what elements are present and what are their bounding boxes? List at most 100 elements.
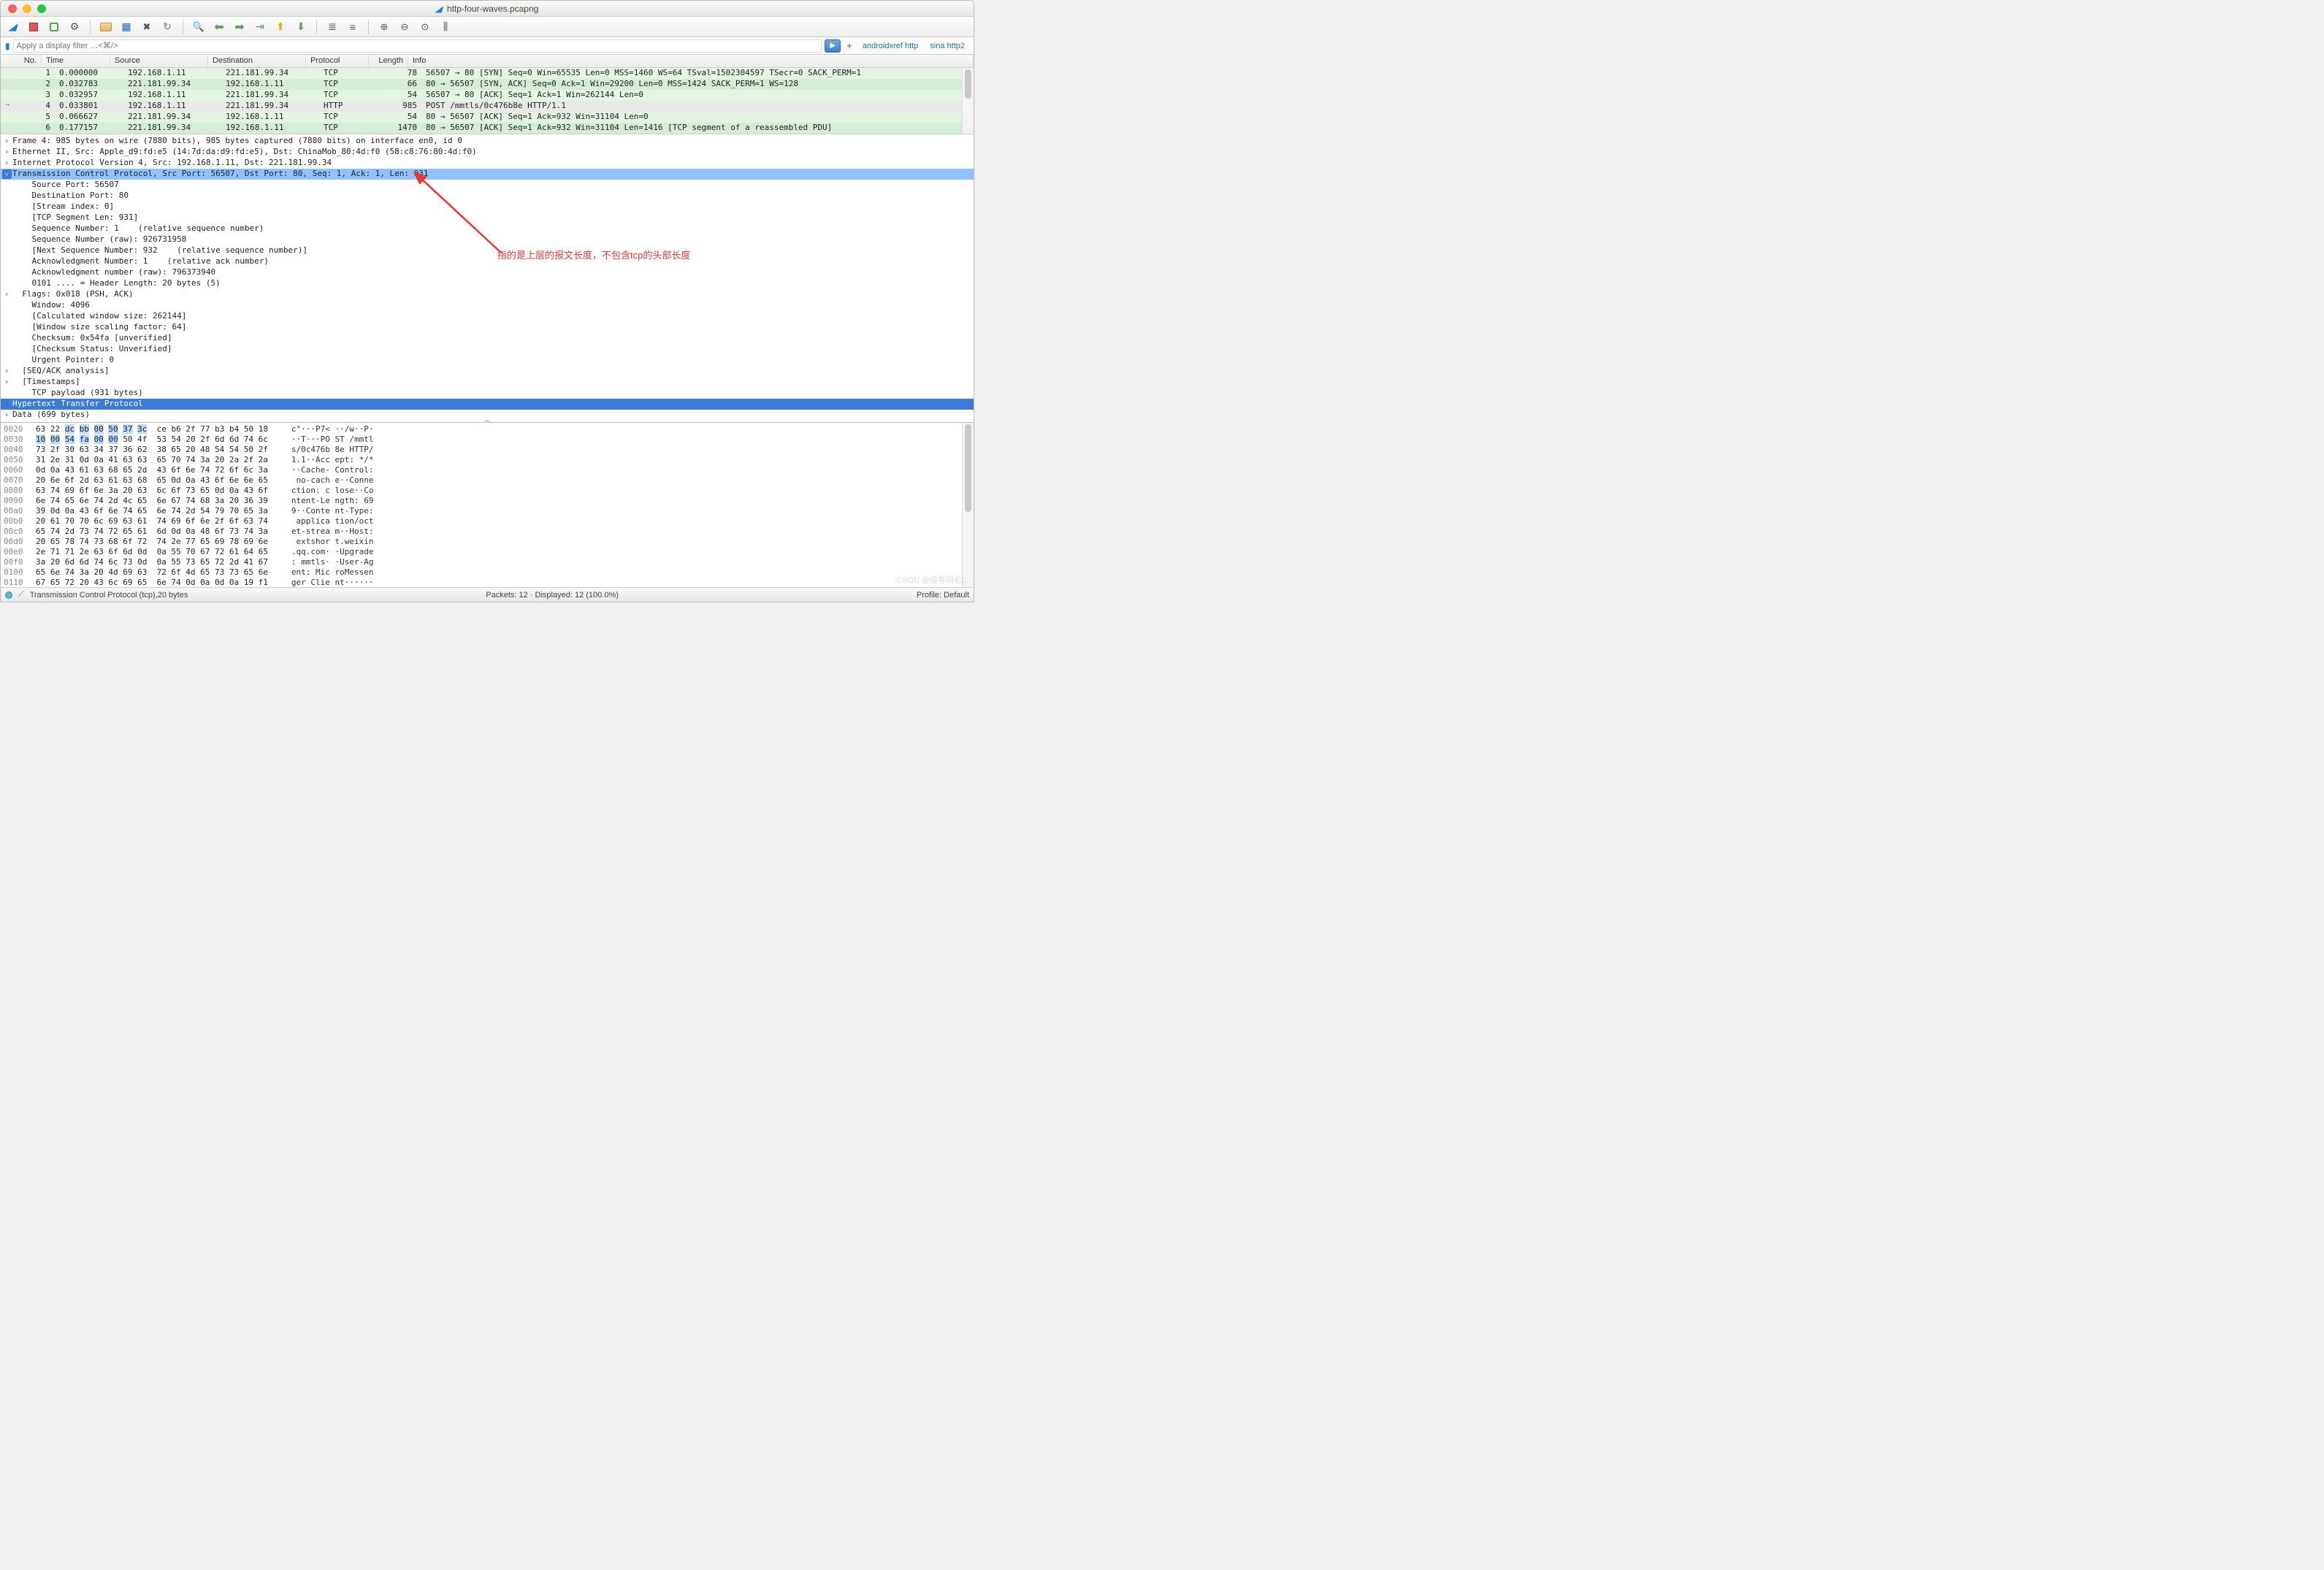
detail-row[interactable]: Sequence Number (raw): 926731958: [1, 234, 974, 245]
bytes-row[interactable]: 00e0 2e 71 71 2e 63 6f 6d 0d 0a 55 70 67…: [4, 547, 971, 557]
bytes-row[interactable]: 0070 20 6e 6f 2d 63 61 63 68 65 0d 0a 43…: [4, 475, 971, 486]
zoom-out-button[interactable]: ⊖: [397, 19, 413, 35]
open-file-button[interactable]: [98, 19, 114, 35]
bytes-row[interactable]: 0030 10 00 54 fa 00 00 50 4f 53 54 20 2f…: [4, 434, 971, 445]
go-last-button[interactable]: ⬇: [293, 19, 309, 35]
zoom-in-button[interactable]: ⊕: [376, 19, 392, 35]
find-packet-button[interactable]: 🔍: [191, 19, 207, 35]
add-filter-button[interactable]: +: [844, 40, 855, 51]
status-profile[interactable]: Profile: Default: [917, 591, 969, 600]
detail-row[interactable]: Checksum: 0x54fa [unverified]: [1, 333, 974, 344]
resize-columns-button[interactable]: ⫼: [437, 19, 454, 35]
packet-row[interactable]: 50.066627221.181.99.34192.168.1.11TCP548…: [1, 112, 974, 123]
bytes-row[interactable]: 0100 65 6e 74 3a 20 4d 69 63 72 6f 4d 65…: [4, 567, 971, 578]
go-forward-button[interactable]: ➡: [232, 19, 248, 35]
detail-row[interactable]: TCP payload (931 bytes): [1, 388, 974, 399]
packet-bytes-pane[interactable]: 0020 63 22 dc bb 00 50 37 3c ce b6 2f 77…: [1, 423, 974, 587]
bytes-scrollbar[interactable]: [962, 423, 974, 587]
detail-row[interactable]: ›Frame 4: 985 bytes on wire (7880 bits),…: [1, 136, 974, 147]
close-file-button[interactable]: ✖: [139, 19, 155, 35]
tree-toggle-icon[interactable]: ›: [1, 399, 12, 408]
tree-toggle-icon[interactable]: ›: [1, 136, 12, 145]
bookmark-icon[interactable]: ▮: [5, 41, 10, 51]
tree-toggle-icon[interactable]: ›: [1, 410, 12, 419]
detail-row[interactable]: › [Timestamps]: [1, 377, 974, 388]
bytes-row[interactable]: 0050 31 2e 31 0d 0a 41 63 63 65 70 74 3a…: [4, 455, 971, 465]
apply-filter-button[interactable]: ▶: [825, 39, 841, 53]
tree-toggle-icon[interactable]: ˅: [2, 169, 12, 179]
column-header-no[interactable]: No.: [1, 55, 42, 67]
detail-row[interactable]: Window: 4096: [1, 300, 974, 311]
scrollbar-thumb[interactable]: [965, 424, 971, 512]
column-header-destination[interactable]: Destination: [208, 55, 306, 67]
bytes-row[interactable]: 0060 0d 0a 43 61 63 68 65 2d 43 6f 6e 74…: [4, 465, 971, 475]
detail-row[interactable]: [TCP Segment Len: 931]: [1, 212, 974, 223]
detail-row[interactable]: [Calculated window size: 262144]: [1, 311, 974, 322]
detail-row[interactable]: › [SEQ/ACK analysis]: [1, 366, 974, 377]
tree-toggle-icon[interactable]: ›: [1, 289, 12, 299]
display-filter-input[interactable]: [13, 39, 822, 53]
bytes-row[interactable]: 00a0 39 0d 0a 43 6f 6e 74 65 6e 74 2d 54…: [4, 506, 971, 516]
packet-list-scrollbar[interactable]: [962, 68, 974, 134]
detail-row[interactable]: [Next Sequence Number: 932 (relative seq…: [1, 245, 974, 256]
detail-row[interactable]: ›Internet Protocol Version 4, Src: 192.1…: [1, 158, 974, 169]
bytes-row[interactable]: 00f0 3a 20 6d 6d 74 6c 73 0d 0a 55 73 65…: [4, 557, 971, 567]
save-file-button[interactable]: ▦: [118, 19, 134, 35]
bytes-row[interactable]: 0040 73 2f 30 63 34 37 36 62 38 65 20 48…: [4, 445, 971, 455]
stop-capture-button[interactable]: [26, 19, 42, 35]
zoom-reset-button[interactable]: ⊙: [417, 19, 433, 35]
column-header-source[interactable]: Source: [110, 55, 208, 67]
bytes-row[interactable]: 0090 6e 74 65 6e 74 2d 4c 65 6e 67 74 68…: [4, 496, 971, 506]
detail-row[interactable]: Urgent Pointer: 0: [1, 355, 974, 366]
capture-options-button[interactable]: ⚙: [66, 19, 83, 35]
bytes-row[interactable]: 00d0 20 65 78 74 73 68 6f 72 74 2e 77 65…: [4, 537, 971, 547]
detail-row[interactable]: › Flags: 0x018 (PSH, ACK): [1, 289, 974, 300]
detail-row[interactable]: [Checksum Status: Unverified]: [1, 344, 974, 355]
tree-toggle-icon[interactable]: ›: [1, 377, 12, 386]
tree-toggle-icon[interactable]: ›: [1, 366, 12, 375]
expert-info-button[interactable]: [5, 591, 12, 599]
bytes-row[interactable]: 0020 63 22 dc bb 00 50 37 3c ce b6 2f 77…: [4, 424, 971, 434]
tree-toggle-icon[interactable]: ›: [1, 158, 12, 167]
detail-row[interactable]: Destination Port: 80: [1, 191, 974, 202]
packet-row[interactable]: 20.032783221.181.99.34192.168.1.11TCP668…: [1, 79, 974, 90]
scrollbar-thumb[interactable]: [965, 69, 971, 99]
detail-row[interactable]: ›Ethernet II, Src: Apple_d9:fd:e5 (14:7d…: [1, 147, 974, 158]
packet-list-header[interactable]: No. Time Source Destination Protocol Len…: [1, 55, 974, 68]
colorize-button[interactable]: ≡: [345, 19, 361, 35]
column-header-protocol[interactable]: Protocol: [306, 55, 369, 67]
detail-row[interactable]: ›Data (699 bytes): [1, 410, 974, 421]
detail-row[interactable]: 0101 .... = Header Length: 20 bytes (5): [1, 278, 974, 289]
detail-row[interactable]: ›Hypertext Transfer Protocol: [1, 399, 974, 410]
bytes-row[interactable]: 00c0 65 74 2d 73 74 72 65 61 6d 0d 0a 48…: [4, 526, 971, 537]
packet-row[interactable]: 40.033801192.168.1.11221.181.99.34HTTP98…: [1, 101, 974, 112]
detail-row[interactable]: Source Port: 56507: [1, 180, 974, 191]
detail-row[interactable]: Acknowledgment number (raw): 796373940: [1, 267, 974, 278]
detail-row[interactable]: [Stream index: 0]: [1, 202, 974, 212]
restart-capture-button[interactable]: [46, 19, 62, 35]
reload-file-button[interactable]: ↻: [159, 19, 175, 35]
recent-filter-link[interactable]: sina http2: [925, 42, 969, 50]
detail-row[interactable]: Acknowledgment Number: 1 (relative ack n…: [1, 256, 974, 267]
column-header-length[interactable]: Length: [369, 55, 408, 67]
bytes-row[interactable]: 00b0 20 61 70 70 6c 69 63 61 74 69 6f 6e…: [4, 516, 971, 526]
start-capture-button[interactable]: ◢: [5, 19, 21, 35]
detail-row[interactable]: ˅Transmission Control Protocol, Src Port…: [1, 169, 974, 180]
packet-list-body[interactable]: 10.000000192.168.1.11221.181.99.34TCP785…: [1, 68, 974, 134]
recent-filter-link[interactable]: androidxref http: [858, 42, 922, 50]
column-header-info[interactable]: Info: [408, 55, 974, 67]
packet-row[interactable]: 60.177157221.181.99.34192.168.1.11TCP147…: [1, 123, 974, 134]
autoscroll-button[interactable]: ≣: [324, 19, 340, 35]
bytes-row[interactable]: 0080 63 74 69 6f 6e 3a 20 63 6c 6f 73 65…: [4, 486, 971, 496]
detail-row[interactable]: Sequence Number: 1 (relative sequence nu…: [1, 223, 974, 234]
go-to-packet-button[interactable]: ⇥: [252, 19, 268, 35]
go-first-button[interactable]: ⬆: [272, 19, 288, 35]
column-header-time[interactable]: Time: [42, 55, 110, 67]
detail-row[interactable]: [Window size scaling factor: 64]: [1, 322, 974, 333]
go-back-button[interactable]: ⬅: [211, 19, 227, 35]
packet-row[interactable]: 30.032957192.168.1.11221.181.99.34TCP545…: [1, 90, 974, 101]
tree-toggle-icon[interactable]: ›: [1, 147, 12, 156]
packet-details-pane[interactable]: ›Frame 4: 985 bytes on wire (7880 bits),…: [1, 134, 974, 423]
packet-row[interactable]: 10.000000192.168.1.11221.181.99.34TCP785…: [1, 68, 974, 79]
bytes-row[interactable]: 0110 67 65 72 20 43 6c 69 65 6e 74 0d 0a…: [4, 578, 971, 587]
